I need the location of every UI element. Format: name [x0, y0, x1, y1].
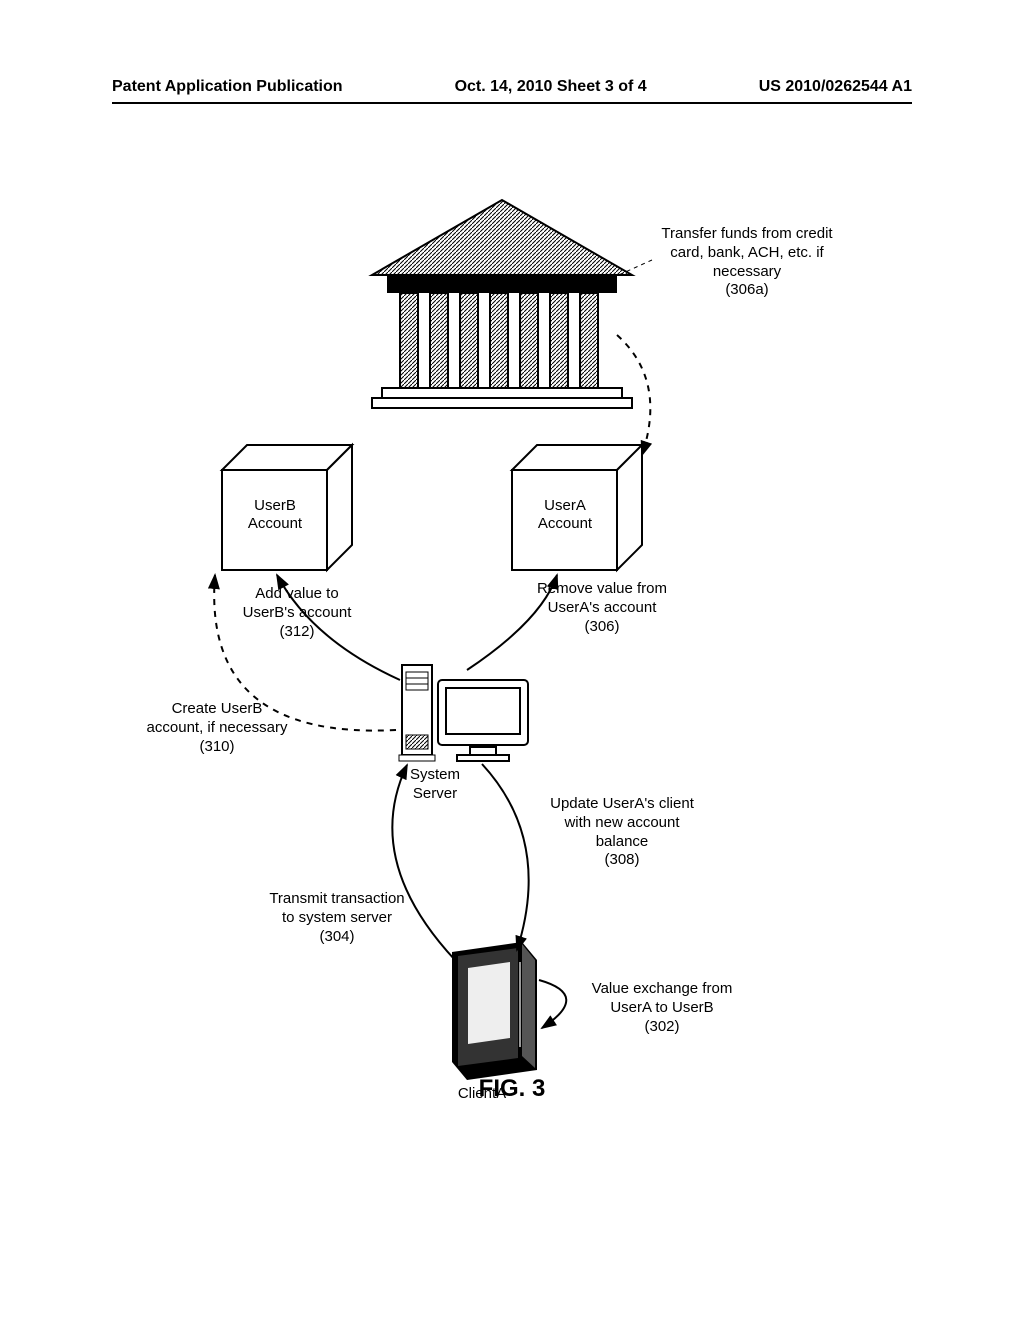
arrow-302: [539, 980, 566, 1028]
annotation-302: Value exchange fromUserA to UserB(302): [567, 980, 757, 1036]
header-left: Patent Application Publication: [112, 78, 343, 96]
annotation-304: Transmit transactionto system server(304…: [252, 890, 422, 946]
userb-account-box: UserB Account: [222, 445, 352, 570]
usera-account-box: UserA Account: [512, 445, 642, 570]
clienta-device-icon: [452, 942, 537, 1080]
page: Patent Application Publication Oct. 14, …: [0, 0, 1024, 1320]
figure-label: FIG. 3: [0, 1075, 1024, 1103]
annotation-312: Add value toUserB's account(312): [222, 585, 372, 641]
annotation-308: Update UserA's clientwith new accountbal…: [522, 795, 722, 870]
svg-text:Account: Account: [538, 515, 593, 532]
svg-text:Account: Account: [248, 515, 303, 532]
svg-text:UserA: UserA: [544, 497, 586, 514]
system-server-icon: [399, 665, 528, 761]
system-server-label: SystemServer: [390, 766, 480, 804]
annotation-310: Create UserBaccount, if necessary(310): [132, 700, 302, 756]
annotation-306: Remove value fromUserA's account(306): [512, 580, 692, 636]
bank-icon: [372, 200, 632, 408]
header-center: Oct. 14, 2010 Sheet 3 of 4: [455, 78, 647, 96]
figure-canvas: UserB Account UserA Account: [112, 100, 912, 1200]
header-right: US 2010/0262544 A1: [759, 78, 912, 96]
userb-line1: UserB: [254, 497, 296, 514]
annotation-306a: Transfer funds from creditcard, bank, AC…: [642, 225, 852, 300]
